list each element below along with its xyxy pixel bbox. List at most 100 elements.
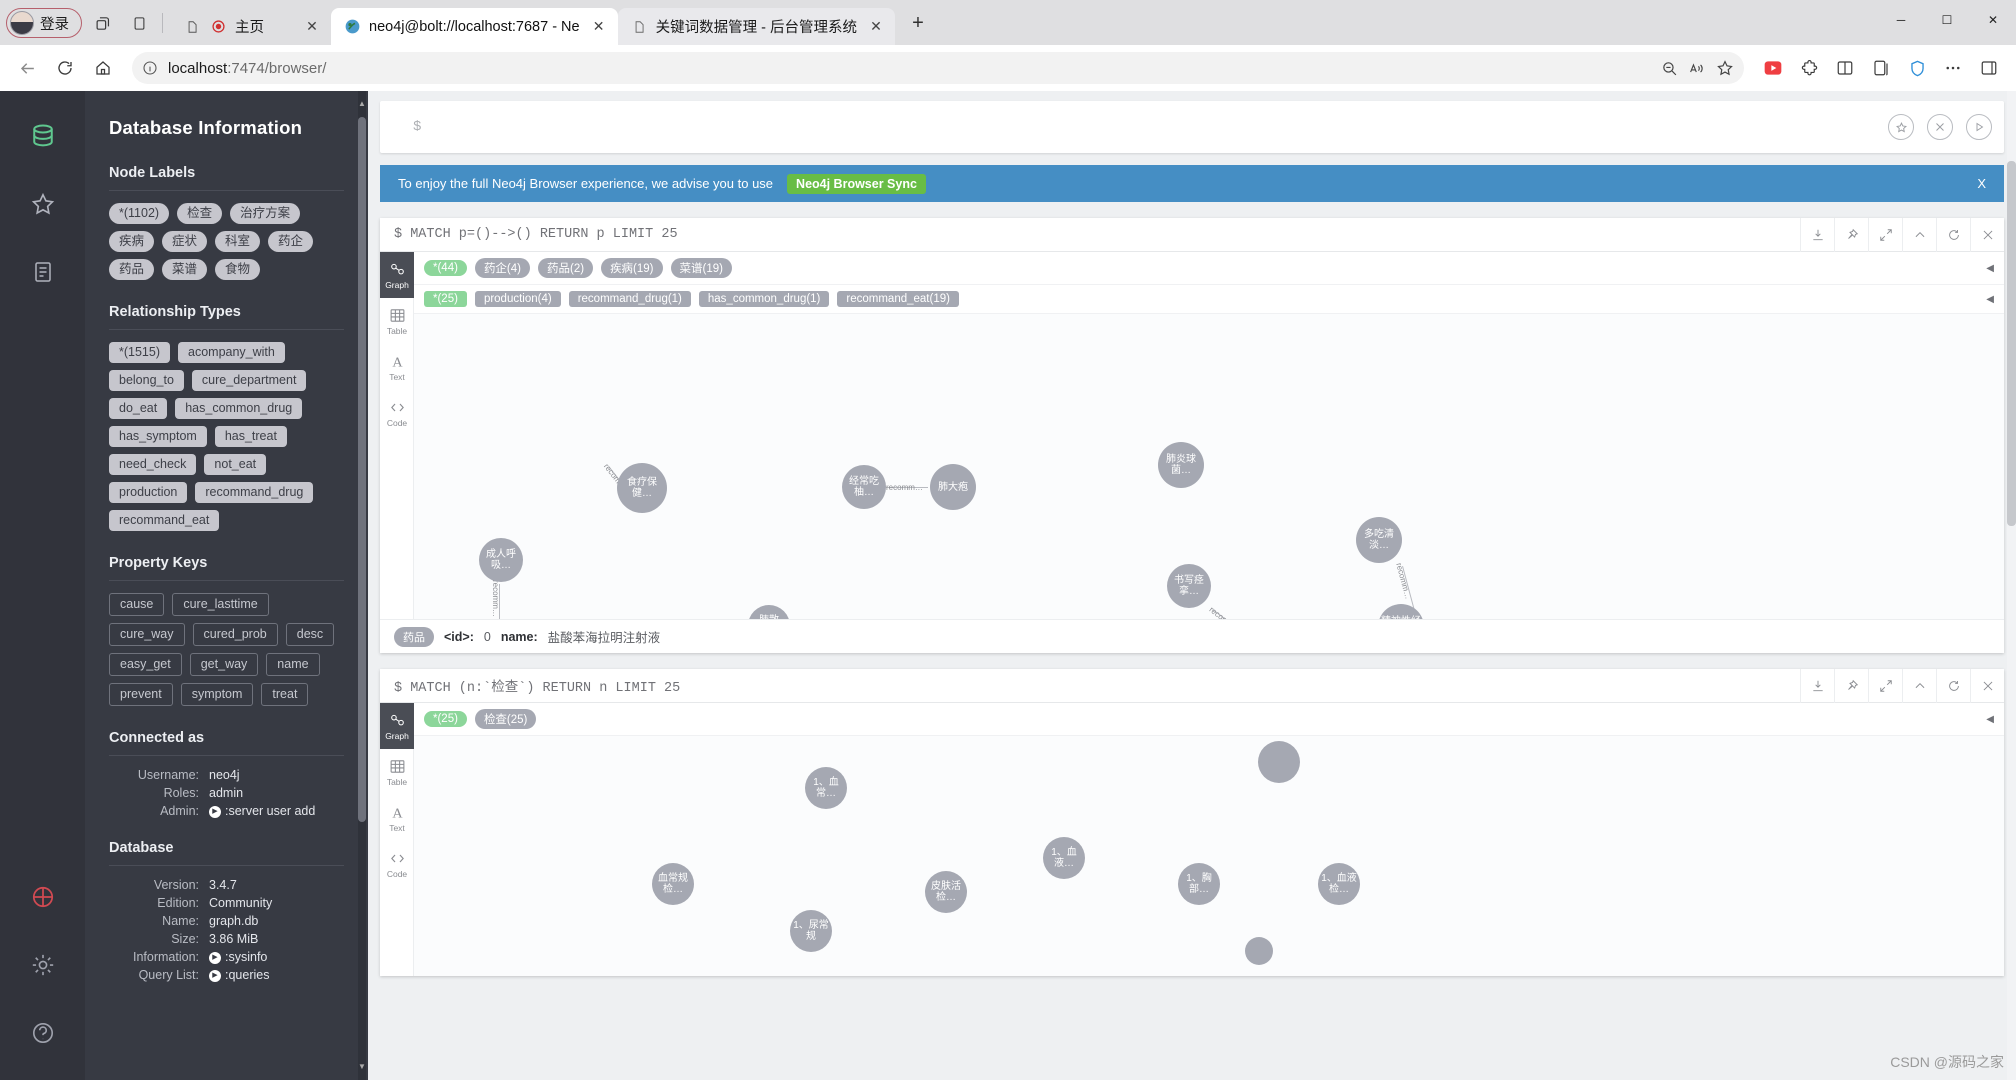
legend-relationship-types-chip[interactable]: *(25) (424, 291, 467, 307)
node-label-chip[interactable]: 治疗方案 (230, 203, 301, 224)
property-key-chip[interactable]: cured_prob (192, 623, 278, 646)
documents-icon[interactable] (13, 241, 73, 303)
graph-visualization[interactable]: *(44) 药企(4) 药品(2) 疾病(19) 菜谱(19) ◀ *(25) product… (414, 252, 2004, 619)
property-key-chip[interactable]: get_way (189, 653, 259, 676)
read-aloud-icon[interactable] (1688, 60, 1706, 77)
connected-as-value[interactable]: ▶:server user add (209, 804, 344, 818)
extensions-icon[interactable] (1792, 51, 1826, 85)
view-button-code[interactable]: Code (380, 841, 414, 887)
relationship-type-chip[interactable]: recommand_drug (195, 482, 314, 503)
neo4j-cloud-icon[interactable] (13, 866, 73, 928)
scroll-down-arrow-icon[interactable]: ▼ (358, 1060, 366, 1074)
scroll-up-arrow-icon[interactable]: ▲ (358, 97, 366, 111)
collections-icon[interactable] (1864, 51, 1898, 85)
property-key-chip[interactable]: desc (285, 623, 335, 646)
chevron-left-icon[interactable]: ◀ (1986, 263, 1994, 274)
browser-tab-2[interactable]: 关键词数据管理 - 后台管理系统 ✕ (617, 8, 895, 45)
relationship-type-chip[interactable]: has_symptom (109, 426, 207, 447)
relationship-type-chip[interactable]: do_eat (109, 398, 168, 419)
relationship-type-chip[interactable]: acompany_with (178, 342, 285, 363)
graph-visualization[interactable]: *(25) 检查(25) ◀ 1、血常… 1、血液… 1、胸部… 1、血液检… 血常规检… 皮肤… (414, 703, 2004, 976)
refresh-icon[interactable] (48, 51, 82, 85)
split-screen-icon[interactable] (1828, 51, 1862, 85)
tab-close-icon[interactable]: ✕ (865, 16, 887, 38)
property-key-chip[interactable]: symptom (180, 683, 254, 706)
legend-node-labels-chip[interactable]: 菜谱(19) (670, 258, 732, 278)
profile-button[interactable]: 登录 (6, 8, 82, 38)
home-icon[interactable] (86, 51, 120, 85)
graph-node[interactable]: 书写痉挛… (1167, 564, 1211, 608)
database-info-value[interactable]: ▶:queries (209, 968, 344, 982)
info-icon[interactable] (142, 60, 158, 76)
collapse-icon[interactable] (1902, 668, 1936, 703)
clear-button[interactable] (1927, 114, 1953, 140)
media-icon[interactable] (1756, 51, 1790, 85)
relationship-type-chip[interactable]: *(1515) (109, 342, 170, 363)
legend-node-labels-chip[interactable]: 药品(2) (538, 258, 594, 278)
property-key-chip[interactable]: treat (261, 683, 309, 706)
sidebar-scroll-thumb[interactable] (358, 117, 366, 822)
graph-node[interactable] (1245, 937, 1273, 965)
property-key-chip[interactable]: cure_way (109, 623, 185, 646)
node-label-chip[interactable]: 药企 (268, 231, 314, 252)
fullscreen-icon[interactable] (1868, 217, 1902, 252)
sidebar-icon[interactable] (1972, 51, 2006, 85)
about-icon[interactable] (13, 1002, 73, 1064)
relationship-type-chip[interactable]: cure_department (191, 370, 307, 391)
favorite-star-button[interactable] (1888, 114, 1914, 140)
tab-close-icon[interactable]: ✕ (301, 16, 323, 38)
node-label-chip[interactable]: 科室 (215, 231, 261, 252)
property-key-chip[interactable]: name (266, 653, 320, 676)
node-label-chip[interactable]: 症状 (162, 231, 208, 252)
graph-node[interactable]: 血常规检… (652, 863, 694, 905)
node-label-chip[interactable]: 检查 (177, 203, 223, 224)
node-label-chip[interactable]: 菜谱 (162, 259, 208, 280)
property-key-chip[interactable]: easy_get (109, 653, 182, 676)
browser-essentials-icon[interactable] (1900, 51, 1934, 85)
view-button-graph[interactable]: Graph (380, 703, 414, 749)
tab-actions-icon[interactable] (124, 8, 154, 38)
workspaces-icon[interactable] (88, 8, 118, 38)
view-button-graph[interactable]: Graph (380, 252, 414, 298)
pin-icon[interactable] (1834, 668, 1868, 703)
property-key-chip[interactable]: prevent (109, 683, 173, 706)
legend-node-labels-chip[interactable]: 检查(25) (474, 709, 537, 729)
pin-icon[interactable] (1834, 217, 1868, 252)
banner-close-button[interactable]: X (1977, 176, 1986, 191)
fullscreen-icon[interactable] (1868, 668, 1902, 703)
graph-canvas[interactable]: recomm…recomm…recomm…recomm…recomm…recom… (414, 314, 2004, 619)
browser-tab-0[interactable]: 主页 ✕ (171, 8, 331, 45)
legend-relationship-types-chip[interactable]: production(4) (474, 291, 561, 307)
view-button-code[interactable]: Code (380, 390, 414, 436)
close-icon[interactable] (1970, 668, 2004, 703)
graph-node[interactable]: 皮肤活检… (925, 871, 967, 913)
view-button-table[interactable]: Table (380, 749, 414, 795)
relationship-type-chip[interactable]: production (109, 482, 188, 503)
legend-relationship-types-chip[interactable]: has_common_drug(1) (698, 291, 830, 307)
relationship-type-chip[interactable]: need_check (109, 454, 197, 475)
legend-node-labels-chip[interactable]: *(44) (424, 260, 467, 276)
node-label-chip[interactable]: 药品 (109, 259, 155, 280)
main-scroll-thumb[interactable] (2007, 161, 2016, 526)
download-icon[interactable] (1800, 217, 1834, 252)
browser-tab-1[interactable]: neo4j@bolt://localhost:7687 - Ne ✕ (331, 8, 618, 45)
node-label-chip[interactable]: 食物 (215, 259, 261, 280)
node-label-chip[interactable]: 疾病 (109, 231, 155, 252)
relationship-type-chip[interactable]: has_common_drug (175, 398, 303, 419)
download-icon[interactable] (1800, 668, 1834, 703)
star-icon[interactable] (1716, 59, 1734, 77)
browser-sync-button[interactable]: Neo4j Browser Sync (787, 173, 926, 194)
graph-canvas[interactable]: 1、血常… 1、血液… 1、胸部… 1、血液检… 血常规检… 皮肤活检… 1、尿常规 (414, 736, 2004, 976)
graph-node[interactable]: 1、血液检… (1318, 863, 1360, 905)
graph-node[interactable]: 1、血液… (1043, 837, 1085, 879)
view-button-text[interactable]: A Text (380, 795, 414, 841)
chevron-left-icon[interactable]: ◀ (1986, 714, 1994, 725)
property-key-chip[interactable]: cure_lasttime (172, 593, 269, 616)
settings-gear-icon[interactable] (13, 934, 73, 996)
relationship-type-chip[interactable]: belong_to (109, 370, 184, 391)
view-button-text[interactable]: A Text (380, 344, 414, 390)
tab-close-icon[interactable]: ✕ (588, 16, 610, 38)
graph-node[interactable]: 食疗保健… (617, 463, 667, 513)
graph-node[interactable]: 1、尿常规 (790, 910, 832, 952)
database-info-value[interactable]: ▶:sysinfo (209, 950, 344, 964)
